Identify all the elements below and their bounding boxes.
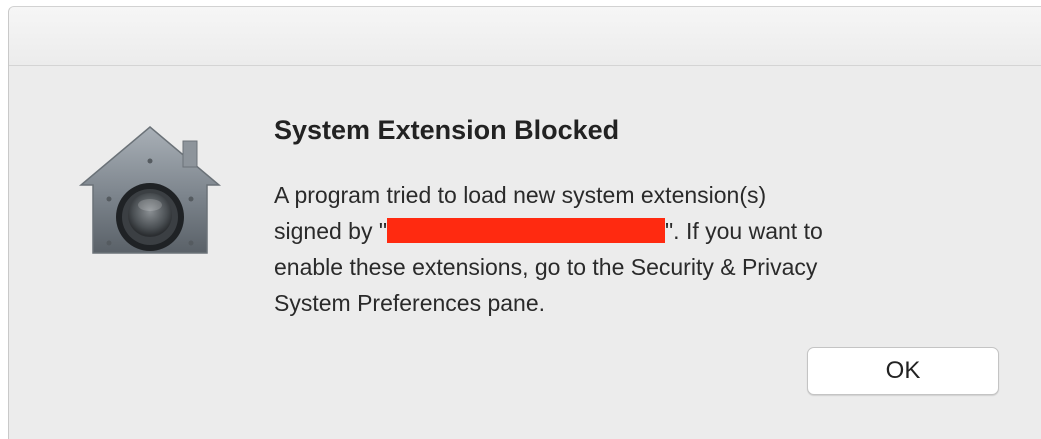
dialog-titlebar[interactable] xyxy=(9,7,1041,66)
message-line-3: enable these extensions, go to the Secur… xyxy=(274,254,818,280)
message-line-2: signed by " ". If you want to xyxy=(274,213,994,249)
alert-dialog: System Extension Blocked A program tried… xyxy=(8,6,1041,439)
gatekeeper-lock-icon xyxy=(77,119,223,265)
dialog-message: A program tried to load new system exten… xyxy=(274,177,994,321)
message-line-4: System Preferences pane. xyxy=(274,290,546,316)
dialog-title: System Extension Blocked xyxy=(274,115,620,145)
message-if-you-want-text: ". If you want to xyxy=(665,218,823,244)
message-line-1: A program tried to load new system exten… xyxy=(274,182,767,208)
ok-button[interactable]: OK xyxy=(807,347,999,395)
message-signed-by-text: signed by " xyxy=(274,218,388,244)
redacted-developer-name xyxy=(387,218,666,243)
